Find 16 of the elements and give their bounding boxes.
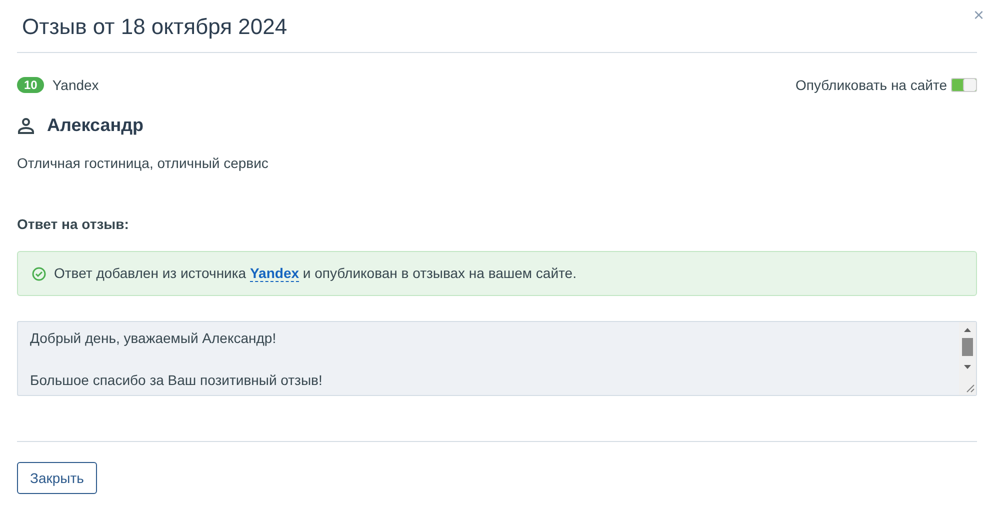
- close-dialog-button[interactable]: Закрыть: [17, 462, 97, 494]
- notice-text: Ответ добавлен из источника Yandex и опубликован в отзывах на вашем сайте.: [54, 264, 576, 284]
- reply-textarea[interactable]: Добрый день, уважаемый Александр! Большое спасибо за Ваш позитивный отзыв!: [17, 321, 977, 396]
- source-link[interactable]: Yandex: [250, 265, 300, 282]
- publish-label: Опубликовать на сайте: [796, 76, 947, 95]
- rating-badge: 10: [17, 77, 44, 93]
- review-text: Отличная гостиница, отличный сервис: [17, 154, 270, 173]
- dialog-title: Отзыв от 18 октября 2024: [22, 12, 288, 41]
- source-name: Yandex: [52, 76, 99, 94]
- reply-heading: Ответ на отзыв:: [17, 215, 130, 234]
- author-name: Александр: [47, 114, 144, 137]
- reply-paragraph: Добрый день, уважаемый Александр!: [30, 329, 278, 348]
- person-icon: [17, 116, 35, 134]
- check-circle-icon: [32, 266, 46, 280]
- publish-toggle[interactable]: [951, 78, 977, 92]
- reply-paragraph: Большое спасибо за Ваш позитивный отзыв!: [30, 371, 324, 390]
